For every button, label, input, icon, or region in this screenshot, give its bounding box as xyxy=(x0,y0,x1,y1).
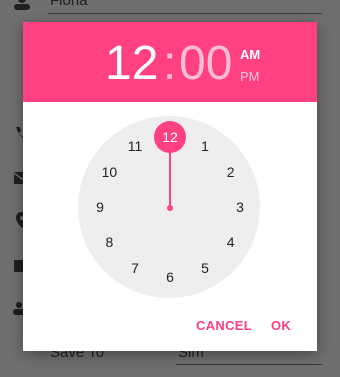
clock-number-3[interactable]: 3 xyxy=(228,197,252,217)
time-picker-header: 12 : 00 AM PM xyxy=(23,22,317,102)
selected-hour-indicator[interactable]: 12 xyxy=(154,121,186,153)
am-toggle[interactable]: AM xyxy=(240,47,260,62)
clock-number-5[interactable]: 5 xyxy=(193,258,217,278)
hour-display[interactable]: 12 xyxy=(105,39,158,89)
minute-display[interactable]: 00 xyxy=(179,39,232,89)
pm-toggle[interactable]: PM xyxy=(240,69,260,84)
clock-number-7[interactable]: 7 xyxy=(123,258,147,278)
clock-number-10[interactable]: 10 xyxy=(97,162,121,182)
clock-number-11[interactable]: 11 xyxy=(123,136,147,156)
clock-number-1[interactable]: 1 xyxy=(193,136,217,156)
time-separator: : xyxy=(163,37,177,90)
save-to-underline xyxy=(176,364,322,365)
clock-number-6[interactable]: 6 xyxy=(158,267,182,287)
name-field-underline xyxy=(48,13,322,14)
person-icon xyxy=(14,0,30,10)
name-field-value[interactable]: Fiona xyxy=(50,0,88,9)
clock-hand xyxy=(169,150,171,208)
clock-number-2[interactable]: 2 xyxy=(219,162,243,182)
cancel-button[interactable]: CANCEL xyxy=(196,318,252,333)
clock-number-8[interactable]: 8 xyxy=(97,232,121,252)
time-picker-dialog: 12 : 00 AM PM 12 CANCEL OK 1 2 3 4 5 6 7 8 9 10 11 xyxy=(23,22,317,351)
clock-number-4[interactable]: 4 xyxy=(219,232,243,252)
clock-number-9[interactable]: 9 xyxy=(88,197,112,217)
clock-center-dot xyxy=(167,205,173,211)
ok-button[interactable]: OK xyxy=(271,318,291,333)
